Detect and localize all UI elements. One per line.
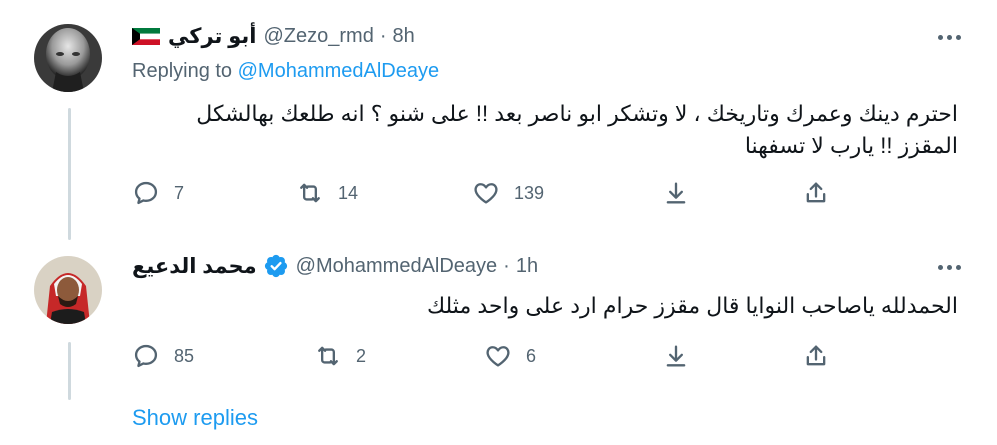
reply-count: 85 [174,345,195,366]
replying-to: Replying to @MohammedAlDeaye [132,60,439,83]
heart-icon [486,346,510,367]
retweet-icon [318,346,338,366]
separator-dot: · [503,254,510,277]
timestamp[interactable]: 8h [393,25,415,48]
thread-connector [68,108,71,240]
share-icon [806,182,826,203]
display-name[interactable]: محمد الدعيع [132,254,257,279]
tweet-actions: 85 2 6 [132,341,832,371]
reply-count: 7 [174,182,185,203]
replying-to-label: Replying to [132,60,233,82]
retweet-icon [300,183,320,203]
retweet-count: 2 [356,345,367,366]
user-handle[interactable]: @Zezo_rmd [264,25,374,48]
download-button[interactable] [662,341,690,371]
tweet-text: الحمدلله ياصاحب النوايا قال مقزز حرام ار… [426,293,958,318]
avatar[interactable] [34,256,102,324]
share-button[interactable] [802,341,830,371]
display-name[interactable]: أبو تركي [168,24,257,49]
retweet-button[interactable]: 2 [314,341,366,371]
reply-icon [134,344,158,368]
share-button[interactable] [802,178,830,208]
kuwait-flag-icon [132,27,160,45]
like-button[interactable]: 139 [472,178,544,208]
avatar-image [34,256,102,324]
show-replies-link[interactable]: Show replies [132,405,258,431]
more-options-icon[interactable] [934,252,964,282]
avatar[interactable] [34,24,102,92]
conversation-thread: أبو تركي @Zezo_rmd · 8h Replying to @Moh… [0,0,997,445]
share-icon [806,345,826,366]
like-count: 139 [514,182,545,203]
avatar-image [34,24,102,92]
tweet-text: احترم دينك وعمرك وتاريخك ، لا وتشكر ابو … [196,101,958,158]
reply-button[interactable]: 7 [132,178,184,208]
tweet-actions: 7 14 139 [132,178,832,208]
retweet-button[interactable]: 14 [296,178,358,208]
tweet-header: محمد الدعيع @MohammedAlDeaye · 1h [132,252,538,280]
heart-icon [474,183,498,204]
tweet-header: أبو تركي @Zezo_rmd · 8h [132,22,415,50]
replying-to-mention[interactable]: @MohammedAlDeaye [238,60,440,82]
download-button[interactable] [662,178,690,208]
download-arrow-icon [666,182,686,204]
reply-button[interactable]: 85 [132,341,194,371]
user-handle[interactable]: @MohammedAlDeaye [296,255,498,278]
timestamp[interactable]: 1h [516,255,538,278]
like-count: 6 [526,345,537,366]
retweet-count: 14 [338,182,359,203]
like-button[interactable]: 6 [484,341,536,371]
verified-badge-icon [263,253,289,279]
download-arrow-icon [666,345,686,367]
thread-connector [68,342,71,400]
more-options-icon[interactable] [934,22,964,52]
reply-icon [134,181,158,205]
separator-dot: · [379,24,387,47]
